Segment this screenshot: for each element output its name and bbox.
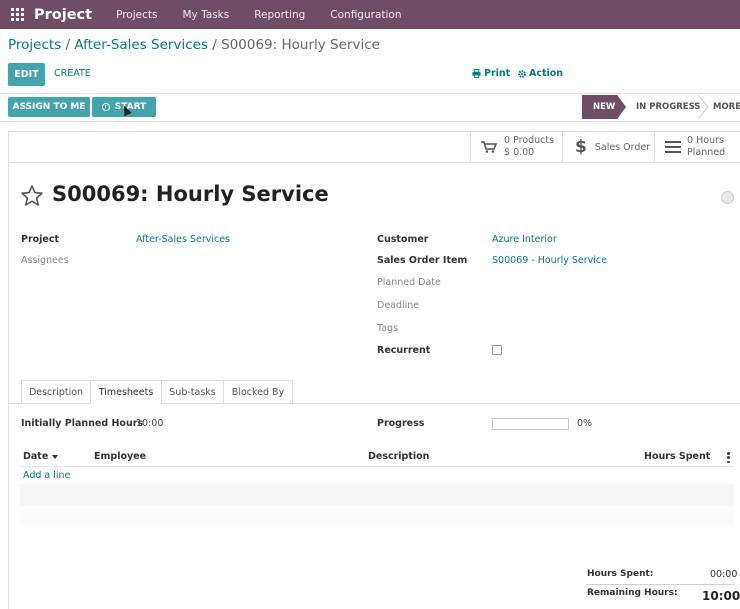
- menu-projects[interactable]: Projects: [116, 9, 157, 21]
- tags-label: Tags: [377, 323, 399, 334]
- remaining-hours-label: Remaining Hours:: [587, 588, 678, 598]
- create-button[interactable]: CREATE: [54, 68, 91, 79]
- star-icon[interactable]: [20, 184, 44, 208]
- recurrent-checkbox[interactable]: [492, 345, 502, 355]
- task-title: S00069: Hourly Service: [52, 182, 329, 206]
- tab-description[interactable]: Description: [21, 380, 91, 404]
- column-date[interactable]: Date: [23, 451, 59, 462]
- print-label: Print: [484, 68, 511, 79]
- sales-order-label: Sales Order: [594, 141, 651, 153]
- clock-icon: [101, 103, 110, 111]
- dollar-icon: $: [575, 137, 587, 157]
- planned-hours-label: Planned: [687, 147, 726, 158]
- print-menu[interactable]: Print: [472, 68, 510, 79]
- planned-hours-value: 0 Hours: [687, 135, 724, 146]
- divider: [0, 121, 740, 122]
- initially-planned-hours-value[interactable]: 10:00: [136, 418, 163, 429]
- optional-columns-icon[interactable]: [727, 452, 730, 463]
- totals-divider: [586, 584, 734, 585]
- project-label: Project: [21, 234, 60, 245]
- sort-caret-icon: [52, 454, 59, 459]
- sales-order-smart-button[interactable]: $ Sales Order: [562, 131, 654, 163]
- stage-more[interactable]: MORE: [713, 95, 740, 119]
- kanban-state-indicator[interactable]: [721, 191, 734, 204]
- customer-field[interactable]: Azure Interior: [492, 234, 557, 245]
- tab-timesheets[interactable]: Timesheets: [90, 380, 162, 404]
- project-field[interactable]: After-Sales Services: [136, 234, 230, 245]
- table-row: [20, 484, 734, 506]
- hours-spent-total-value: 00:00: [710, 569, 738, 580]
- app-grid-icon[interactable]: [6, 4, 28, 26]
- table-row: [20, 510, 734, 526]
- cart-icon: [481, 141, 497, 153]
- breadcrumb: Projects / After-Sales Services / S00069…: [8, 37, 380, 53]
- sales-order-item-label: Sales Order Item: [377, 255, 468, 266]
- breadcrumb-separator: /: [212, 37, 217, 53]
- column-description[interactable]: Description: [368, 451, 429, 462]
- menu-reporting[interactable]: Reporting: [254, 9, 305, 21]
- menu-my-tasks[interactable]: My Tasks: [182, 9, 229, 21]
- print-icon: [472, 69, 481, 78]
- breadcrumb-project[interactable]: After-Sales Services: [74, 37, 208, 53]
- deadline-label: Deadline: [377, 300, 420, 311]
- stage-in-progress[interactable]: IN PROGRESS: [636, 95, 700, 119]
- products-amount: $ 0.00: [504, 147, 535, 158]
- gear-icon: [518, 69, 526, 78]
- tab-sub-tasks[interactable]: Sub-tasks: [161, 380, 224, 404]
- products-count: 0 Products: [504, 135, 555, 146]
- planned-date-label: Planned Date: [377, 277, 441, 288]
- assign-to-me-button[interactable]: ASSIGN TO ME: [8, 97, 90, 117]
- breadcrumb-current: S00069: Hourly Service: [221, 37, 380, 53]
- remaining-hours-value: 10:00: [702, 589, 740, 603]
- chevron-right-icon: [697, 95, 709, 119]
- action-label: Action: [529, 68, 564, 79]
- progress-value: 0%: [577, 418, 593, 429]
- list-icon: [665, 141, 681, 153]
- menu-configuration[interactable]: Configuration: [330, 9, 401, 21]
- action-menu[interactable]: Action: [518, 68, 563, 79]
- progress-label: Progress: [377, 418, 425, 429]
- progress-bar: [492, 418, 569, 430]
- breadcrumb-projects[interactable]: Projects: [8, 37, 61, 53]
- planned-hours-smart-button[interactable]: 0 Hours Planned: [654, 131, 740, 163]
- column-employee[interactable]: Employee: [94, 451, 146, 462]
- stage-new[interactable]: NEW: [582, 95, 626, 119]
- edit-button[interactable]: EDIT: [8, 63, 45, 86]
- products-smart-button[interactable]: 0 Products $ 0.00: [470, 131, 562, 163]
- sales-order-item-field[interactable]: S00069 - Hourly Service: [492, 255, 607, 266]
- tab-blocked-by[interactable]: Blocked By: [223, 380, 293, 404]
- add-a-line-link[interactable]: Add a line: [23, 470, 70, 481]
- hours-spent-total-label: Hours Spent:: [587, 569, 654, 579]
- column-date-label: Date: [23, 451, 49, 462]
- app-name[interactable]: Project: [34, 7, 92, 23]
- breadcrumb-separator: /: [65, 37, 71, 53]
- initially-planned-hours-label: Initially Planned Hours: [21, 418, 144, 429]
- assignees-label: Assignees: [21, 255, 69, 266]
- customer-label: Customer: [377, 234, 429, 245]
- recurrent-label: Recurrent: [377, 345, 431, 356]
- divider: [0, 93, 740, 94]
- table-header-divider: [20, 466, 734, 467]
- column-hours-spent[interactable]: Hours Spent: [644, 451, 710, 462]
- top-navbar: Project Projects My Tasks Reporting Conf…: [0, 0, 740, 29]
